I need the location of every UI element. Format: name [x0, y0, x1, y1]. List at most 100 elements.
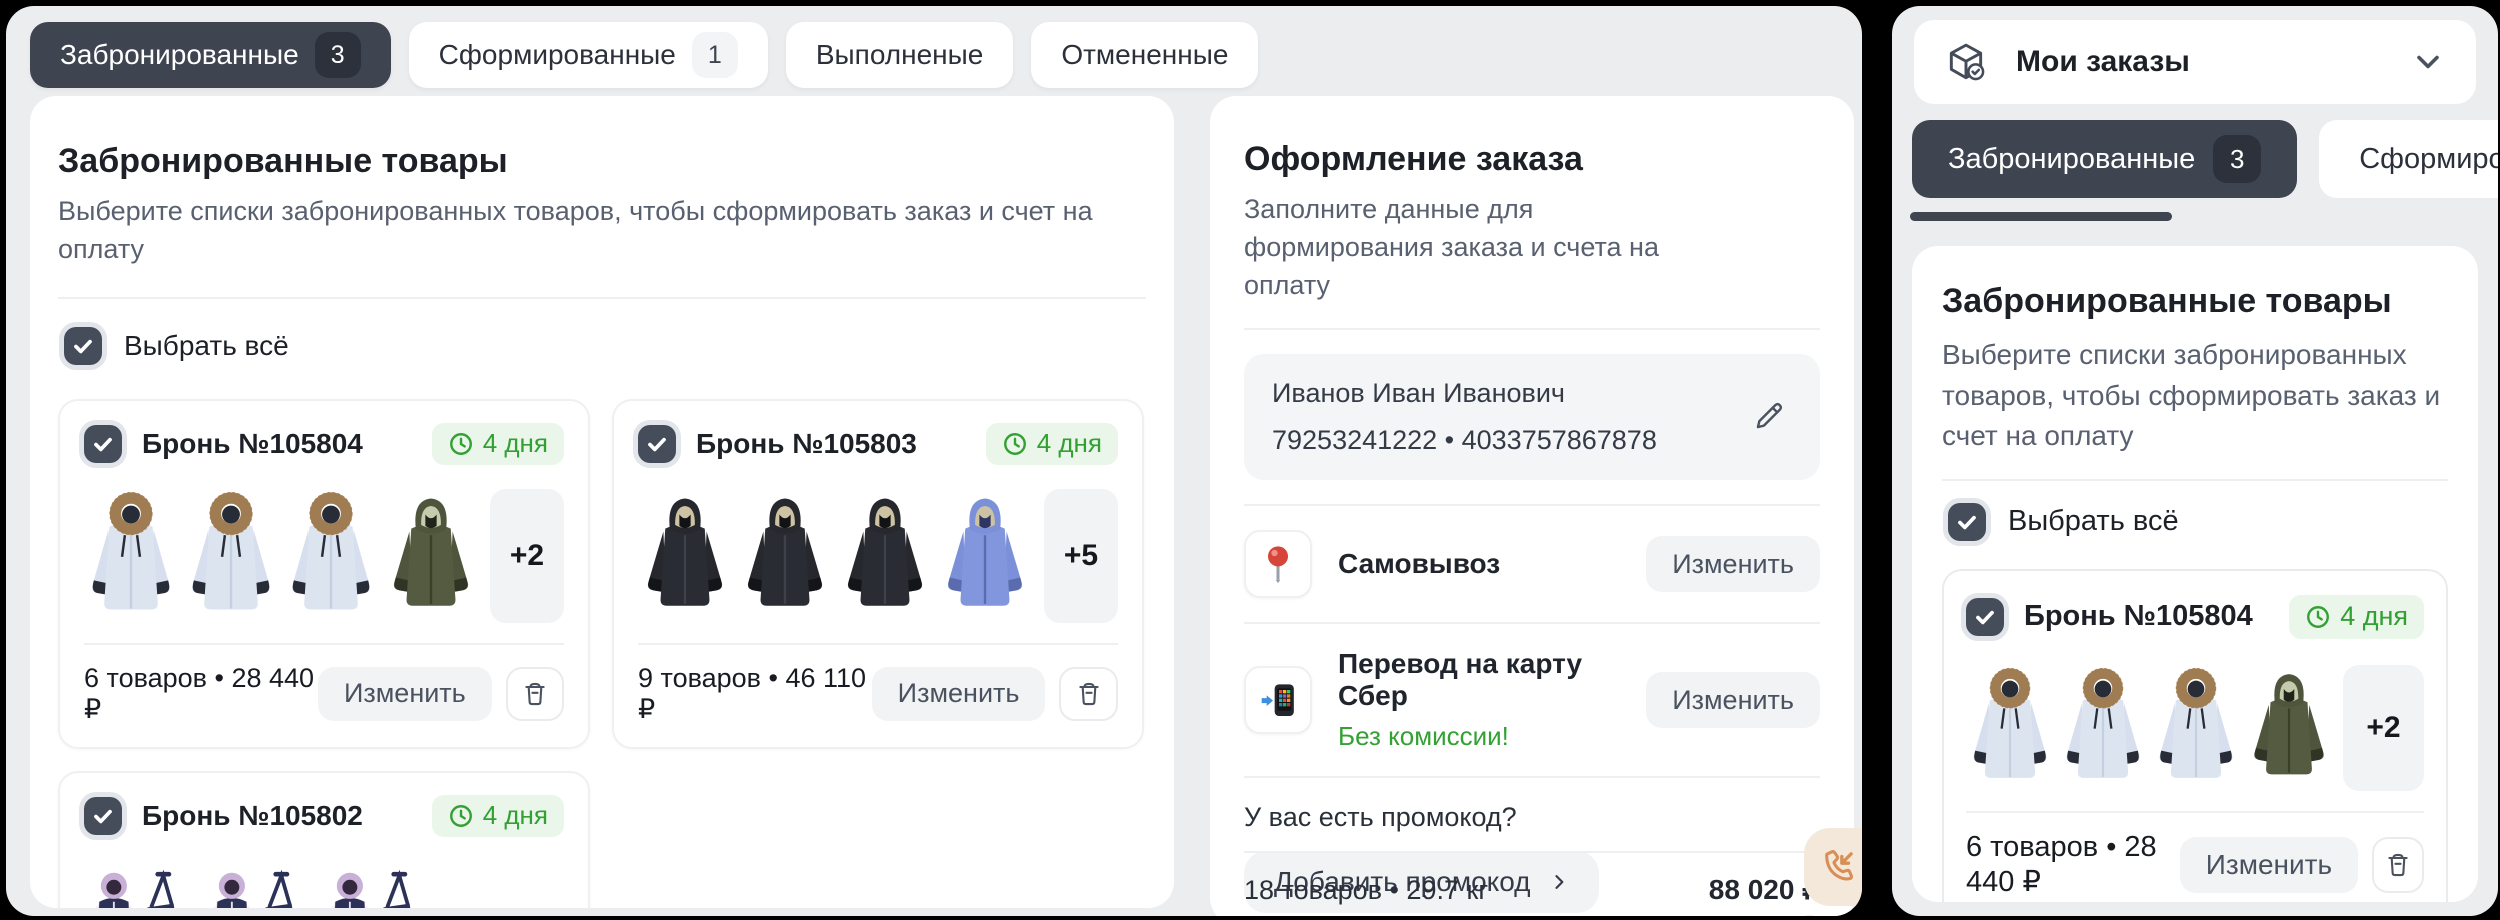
select-all-label: Выбрать всё — [2008, 505, 2179, 538]
tab-completed[interactable]: Выполненые — [786, 22, 1013, 88]
select-all-row: Выбрать всё — [1948, 503, 2448, 541]
product-thumbnails: +2 — [84, 485, 564, 623]
booking-footer: 6 товаров • 28 440 ₽ Изменить — [84, 663, 564, 725]
reserved-goods-panel: Забронированные товары Выберите списки з… — [30, 96, 1174, 908]
pencil-icon — [1752, 399, 1786, 433]
payment-label: Перевод на карту Сбер — [1338, 648, 1620, 712]
checkout-subtitle: Заполните данные для формирования заказа… — [1244, 191, 1724, 304]
chevron-down-icon[interactable] — [2410, 44, 2446, 80]
delete-booking-button[interactable] — [1059, 667, 1118, 721]
product-image-kids-set — [84, 857, 196, 908]
delete-booking-button[interactable] — [2372, 837, 2424, 893]
booking-header: Бронь №105803 4 дня — [638, 423, 1118, 465]
payment-info: Перевод на карту Сбер Без комиссии! — [1338, 648, 1620, 752]
select-all-checkbox[interactable] — [1948, 503, 1986, 541]
page-title: Забронированные товары — [1942, 282, 2448, 321]
product-thumbnails: +2 — [1966, 661, 2424, 791]
edit-booking-button[interactable]: Изменить — [872, 667, 1046, 721]
booking-header: Бронь №105804 4 дня — [84, 423, 564, 465]
product-thumbnails — [84, 857, 564, 908]
divider — [1942, 479, 2448, 481]
more-products-count[interactable]: +5 — [1044, 489, 1118, 623]
edit-booking-button[interactable]: Изменить — [318, 667, 492, 721]
change-delivery-button[interactable]: Изменить — [1646, 536, 1820, 592]
more-products-count[interactable]: +2 — [2343, 665, 2424, 791]
booking-summary: 9 товаров • 46 110 ₽ — [638, 663, 872, 725]
payment-row: Перевод на карту Сбер Без комиссии! Изме… — [1244, 648, 1820, 752]
tab-cancelled[interactable]: Отмененные — [1031, 22, 1258, 88]
tab-formed[interactable]: Сформированные 1 — [409, 22, 768, 88]
select-all-row: Выбрать всё — [64, 327, 1146, 365]
clock-icon — [448, 803, 474, 829]
product-image-parka-lightblue — [2059, 661, 2147, 791]
booking-card: Бронь №105803 4 дня +5 9 товаров • 46 11… — [612, 399, 1144, 749]
booking-card: Бронь №105802 4 дня — [58, 771, 590, 908]
trash-icon — [521, 680, 549, 708]
days-left-label: 4 дня — [483, 800, 548, 831]
package-icon — [1944, 40, 1988, 84]
totals-row: 18 товаров • 29.7 кг 88 020 ₽ — [1244, 873, 1820, 906]
checkout-panel: Оформление заказа Заполните данные для ф… — [1210, 96, 1854, 916]
divider — [638, 643, 1118, 645]
edit-contact-button[interactable] — [1746, 393, 1792, 442]
booking-checkbox[interactable] — [638, 425, 676, 463]
tab-count-badge: 1 — [692, 32, 738, 78]
clock-icon — [2305, 604, 2331, 630]
divider — [1244, 504, 1820, 506]
page-title: Забронированные товары — [58, 142, 1146, 181]
booking-card: Бронь №105804 4 дня +2 6 товаров • 28 44… — [58, 399, 590, 749]
days-left-label: 4 дня — [2340, 601, 2408, 632]
page-subtitle: Выберите списки забронированных товаров,… — [58, 193, 1146, 269]
booking-checkbox[interactable] — [1966, 598, 2004, 636]
tabs-scroll-indicator[interactable] — [1910, 212, 2172, 221]
edit-booking-button[interactable]: Изменить — [2180, 837, 2358, 893]
fee-label-text: Логистический сбор — [1244, 912, 1494, 916]
contact-card: Иванов Иван Иванович 79253241222 • 40337… — [1244, 354, 1820, 480]
booking-header: Бронь №105804 4 дня — [1966, 595, 2424, 639]
logistics-fee-row: Логистический сбор 0 ₽ — [1244, 912, 1820, 916]
tab-label: Забронированные — [1948, 143, 2195, 176]
delete-booking-button[interactable] — [506, 667, 564, 721]
select-all-label: Выбрать всё — [124, 330, 289, 362]
tab-count-badge: 3 — [315, 32, 361, 78]
delivery-label: Самовывоз — [1338, 548, 1500, 580]
info-icon[interactable] — [1504, 915, 1530, 917]
more-products-count[interactable]: +2 — [490, 489, 564, 623]
product-image-parka-lightblue — [284, 485, 378, 623]
booking-card: Бронь №105804 4 дня +2 6 товаров • 28 44… — [1942, 569, 2448, 902]
booking-checkbox[interactable] — [84, 425, 122, 463]
booking-checkbox[interactable] — [84, 797, 122, 835]
select-all-checkbox[interactable] — [64, 327, 102, 365]
days-left-label: 4 дня — [483, 428, 548, 459]
product-image-parka-lightblue — [2152, 661, 2240, 791]
main-app-panel: Забронированные 3 Сформированные 1 Выпол… — [6, 6, 1862, 916]
booking-title: Бронь №105804 — [2024, 600, 2253, 633]
tab-reserved[interactable]: Забронированные 3 — [1912, 120, 2297, 198]
tab-formed[interactable]: Сформированные — [2319, 120, 2498, 198]
contact-info: Иванов Иван Иванович 79253241222 • 40337… — [1272, 378, 1657, 456]
fee-amount: 0 ₽ — [1780, 912, 1820, 916]
tab-label: Сформированные — [439, 39, 676, 71]
days-left-badge: 4 дня — [986, 423, 1118, 465]
change-payment-button[interactable]: Изменить — [1646, 672, 1820, 728]
order-status-tabs: Забронированные 3 Сформированные 1 Выпол… — [30, 22, 1258, 88]
days-left-badge: 4 дня — [2289, 595, 2424, 639]
product-thumbnails: +5 — [638, 485, 1118, 623]
divider — [1244, 851, 1820, 853]
support-call-fab[interactable] — [1804, 828, 1862, 906]
fee-label: Логистический сбор — [1244, 912, 1530, 916]
my-orders-title: Мои заказы — [2016, 45, 2190, 79]
checkout-title: Оформление заказа — [1244, 140, 1820, 179]
tab-label: Отмененные — [1061, 39, 1228, 71]
contact-phone: 79253241222 • 4033757867878 — [1272, 425, 1657, 456]
days-left-badge: 4 дня — [432, 795, 564, 837]
product-image-parka-lightblue — [1966, 661, 2054, 791]
bookings-grid: Бронь №105804 4 дня +2 6 товаров • 28 44… — [58, 399, 1146, 908]
product-image-jacket-black — [738, 485, 832, 623]
tab-reserved[interactable]: Забронированные 3 — [30, 22, 391, 88]
payment-note: Без комиссии! — [1338, 721, 1620, 752]
my-orders-header[interactable]: Мои заказы — [1914, 20, 2476, 104]
delivery-row: Самовывоз Изменить — [1244, 530, 1820, 598]
contact-name: Иванов Иван Иванович — [1272, 378, 1657, 409]
product-image-kids-set — [202, 857, 314, 908]
